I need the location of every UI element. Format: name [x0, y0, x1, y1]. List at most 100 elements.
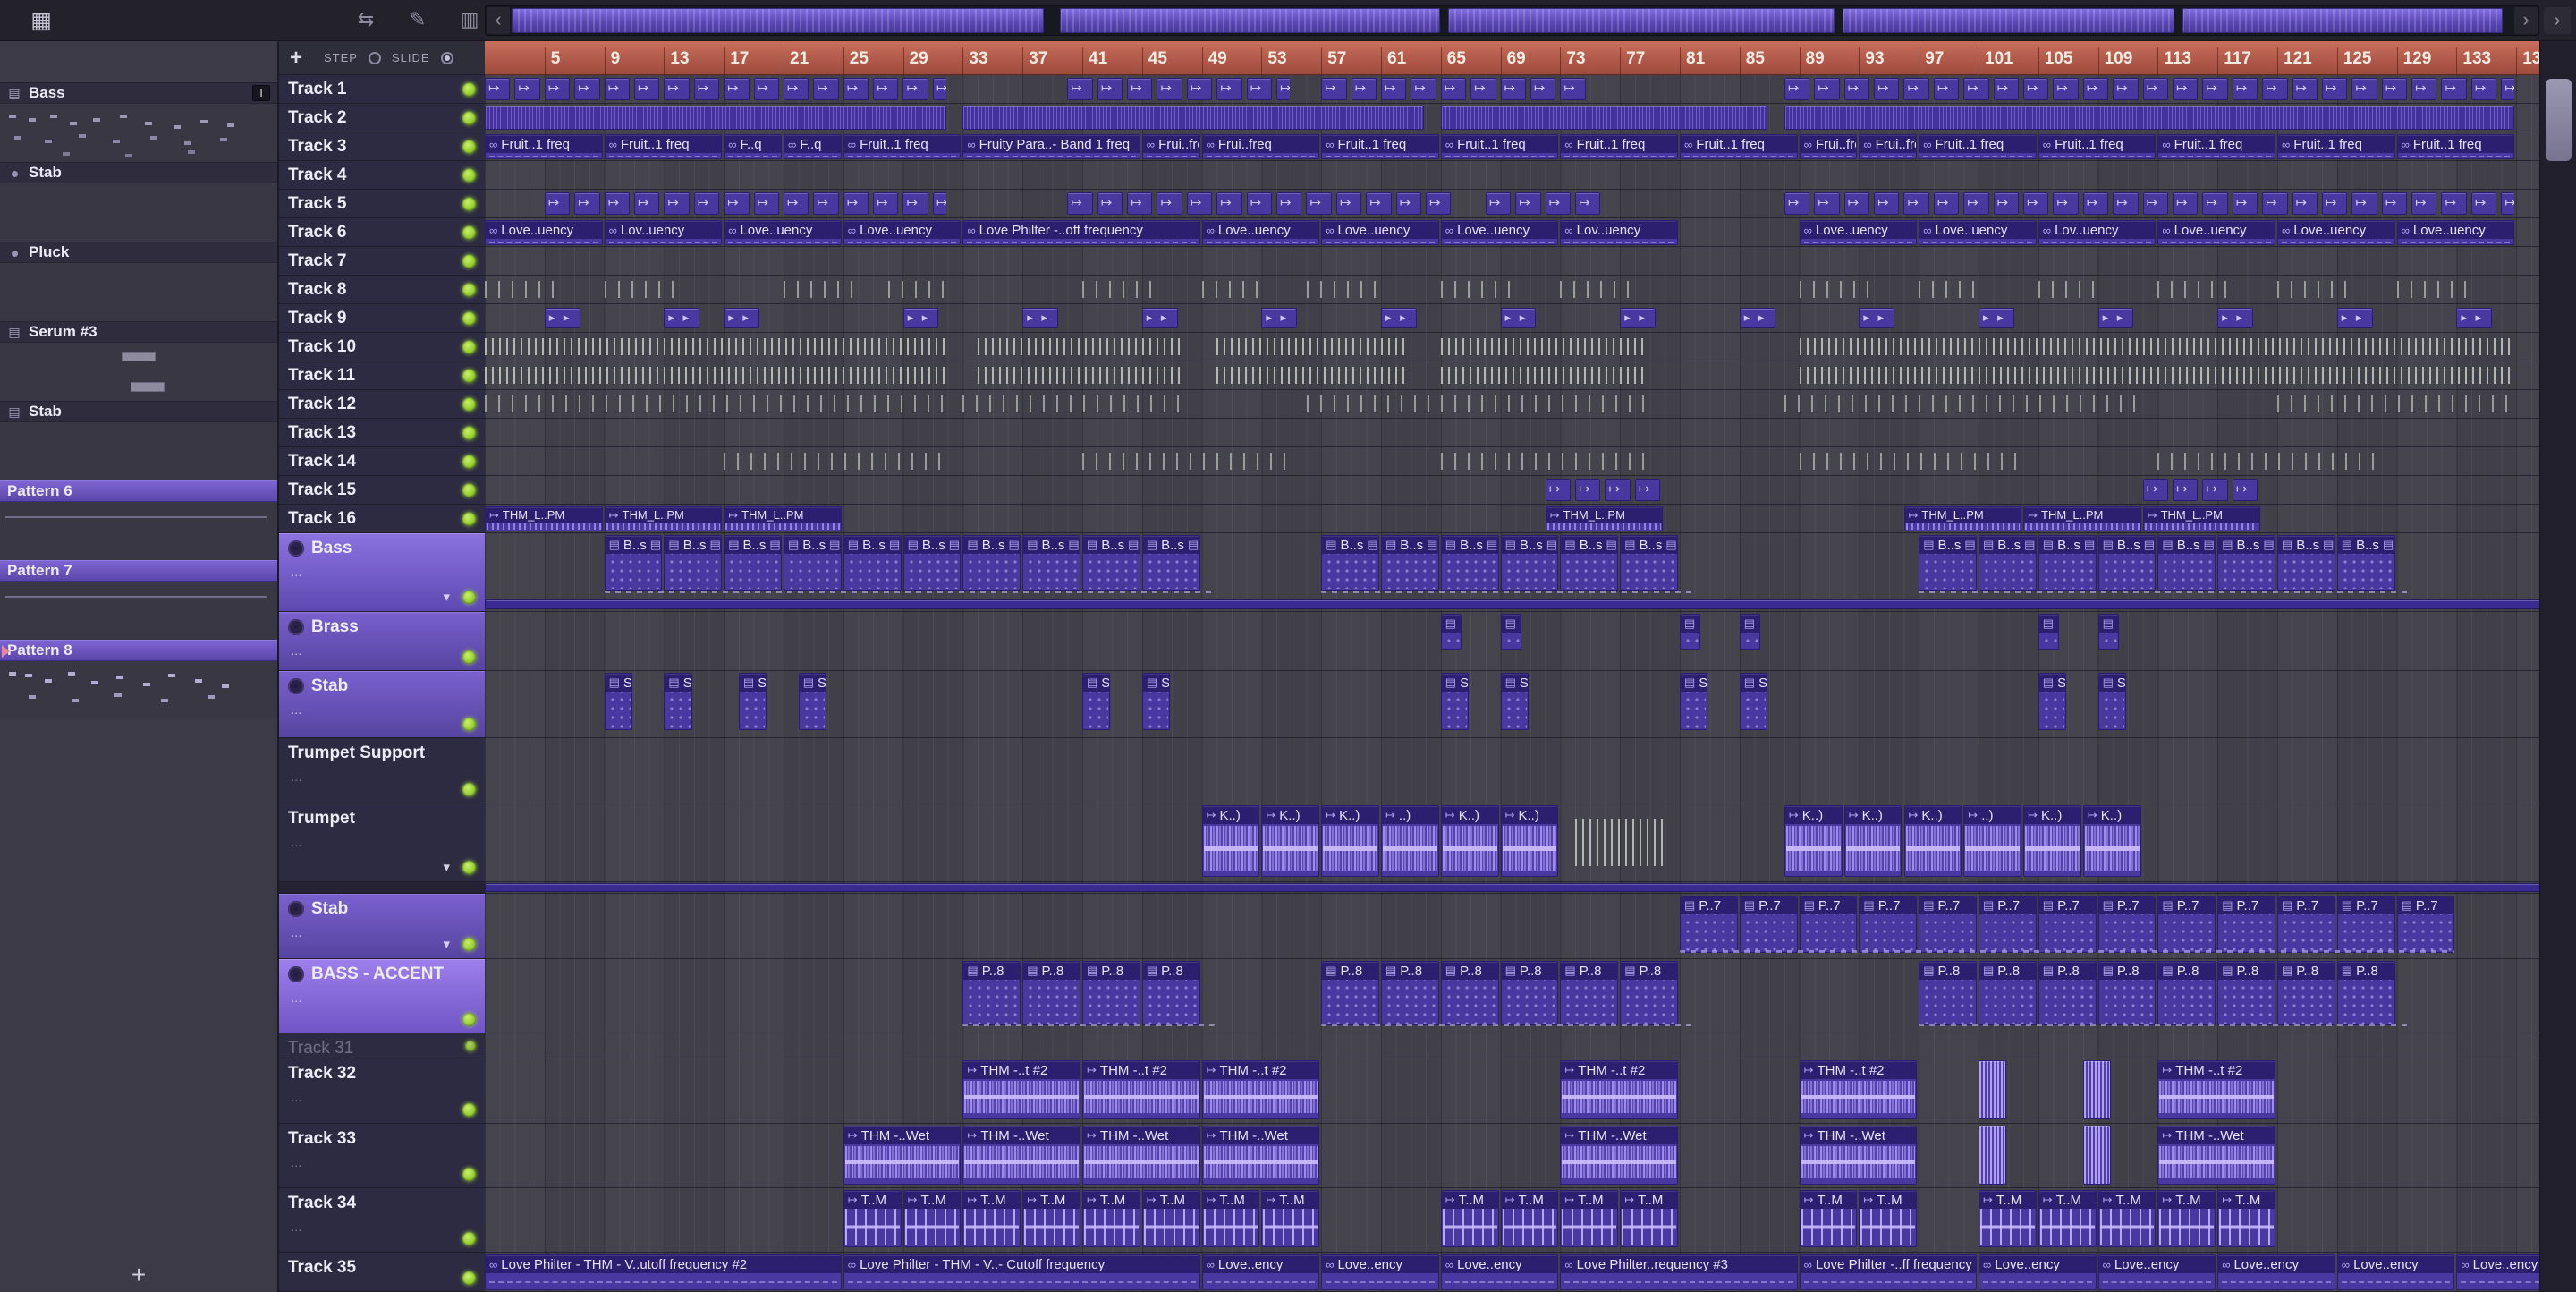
track-led-icon[interactable] — [462, 783, 476, 796]
clip-ticks[interactable] — [1799, 452, 2022, 471]
playlist-lane[interactable]: ↦ THM -..Wet ↦ THM -..Wet ↦ THM -..Wet ↦ THM -.… — [485, 1124, 2539, 1188]
pattern-item[interactable]: Pattern 8 — [0, 640, 277, 661]
track-mode-icon[interactable] — [288, 678, 304, 694]
clip-auto[interactable]: ∞ Love..uency — [1321, 220, 1439, 245]
clip-pat2[interactable]: ▤B..s▤B.. — [962, 535, 1021, 591]
track-header[interactable]: Track 1 — [279, 75, 485, 104]
clip-ticks[interactable] — [978, 366, 1185, 385]
clip-dash[interactable] — [1919, 591, 2411, 594]
clip-ticks[interactable] — [2277, 395, 2515, 413]
clip-tri[interactable]: ▸ ▸ — [2336, 308, 2373, 328]
track-led-icon[interactable] — [462, 937, 476, 951]
track-led-icon[interactable] — [462, 397, 476, 411]
track-header[interactable]: Track 13 — [279, 419, 485, 447]
playlist-lane[interactable] — [485, 276, 2539, 304]
track-header[interactable]: Trumpet... ▾ — [279, 803, 485, 882]
clip-auto[interactable]: ∞ Lov..uency — [1560, 220, 1678, 245]
clip-auto[interactable]: ∞ Fruit..1 freq — [1560, 134, 1678, 159]
clip-pat2[interactable]: ▤B..s▤B.. — [604, 535, 663, 591]
clip-pat[interactable]: ▤ P..7 — [2097, 896, 2157, 953]
playlist-lane[interactable]: ∞ Fruit..1 freq ∞ Fruit..1 freq ∞ F..q ∞ F..q ∞ F… — [485, 132, 2539, 161]
playlist-lane[interactable] — [485, 247, 2539, 276]
clip-auto[interactable]: ∞ Love Philter -..off frequency — [962, 220, 1200, 245]
clip-pat[interactable]: ▤ P..8 — [1022, 961, 1080, 1025]
clip-pat[interactable]: ▤ P..8 — [1620, 961, 1678, 1025]
clip-auto[interactable]: ∞ Love..ency — [1979, 1254, 2097, 1290]
clip-auto[interactable]: ∞ Love..uency — [724, 220, 842, 245]
clip-ticks[interactable] — [1799, 366, 2515, 385]
ruler-bar-label[interactable]: 65 — [1440, 47, 1466, 74]
track-led-icon[interactable] — [462, 197, 476, 210]
clip-marks[interactable]: ↦ ↦ ↦ ↦ — [2142, 479, 2261, 501]
clip-nwav[interactable]: ↦ THM_L..PM — [1545, 506, 1664, 531]
clip-wav[interactable]: ↦ THM -..t #2 — [1560, 1060, 1678, 1119]
clip-wav[interactable]: ↦ THM -..t #2 — [1799, 1060, 1918, 1119]
pattern-badge[interactable]: I — [252, 85, 270, 101]
clip-pat2[interactable]: ▤B..s▤B.. — [1979, 535, 2037, 591]
clip-tri[interactable]: ▸ ▸ — [1261, 308, 1298, 328]
track-header[interactable]: Track 34... — [279, 1188, 485, 1253]
track-led-icon[interactable] — [462, 1013, 476, 1026]
track-led-icon[interactable] — [462, 483, 476, 497]
track-led-icon[interactable] — [462, 340, 476, 353]
ruler-bar-label[interactable]: 49 — [1201, 47, 1227, 74]
clip-ticks[interactable] — [1919, 280, 1977, 299]
track-header[interactable]: Stab... — [279, 671, 485, 738]
clip-auto[interactable]: ∞ F..q — [784, 134, 842, 159]
pattern-item[interactable]: ▤ Stab — [0, 401, 277, 422]
stack-icon[interactable]: ▥ — [454, 5, 485, 34]
clip-auto[interactable]: ∞ Love..uency — [2277, 220, 2395, 245]
playlist-options-button[interactable]: › — [2544, 7, 2571, 34]
scroll-left-arrow-icon[interactable]: ‹ — [487, 7, 510, 34]
clip-pat[interactable]: ▤ P..7 — [1919, 896, 1977, 953]
clip-ticks[interactable] — [1306, 280, 1379, 299]
clip-auto[interactable]: ∞ Love Philter -..ff frequency — [1799, 1254, 1977, 1290]
clip-pat[interactable]: ▤ — [2038, 614, 2059, 650]
track-led-icon[interactable] — [462, 311, 476, 325]
clip-wav[interactable]: ↦ K..) — [1261, 805, 1320, 877]
playlist-lane[interactable]: ↦ THM_L..PM ↦ THM_L..PM ↦ THM_L..PM ↦ THM_L..PM… — [485, 505, 2539, 533]
clip-marks[interactable]: ↦ ↦ ↦ ↦ ↦ ↦ ↦ ↦ ↦ — [1321, 78, 1589, 100]
ruler-bar-label[interactable]: 109 — [2097, 47, 2132, 74]
clip-wav[interactable]: ↦ THM -..t #2 — [1082, 1060, 1200, 1119]
clip-tri[interactable]: ▸ ▸ — [1381, 308, 1417, 328]
clip-pat[interactable]: ▤ P..8 — [1979, 961, 2037, 1025]
playlist-lane[interactable]: ∞ Love Philter - THM - V..utoff frequency… — [485, 1253, 2539, 1292]
clip-marks[interactable]: ↦↦↦↦↦↦↦↦↦↦↦↦↦↦ — [544, 192, 946, 215]
clip-ticks[interactable] — [1440, 452, 1648, 471]
add-pattern-button[interactable]: + — [0, 1260, 277, 1290]
clip-tri[interactable]: ▸ ▸ — [902, 308, 939, 328]
ruler-bar-label[interactable]: 97 — [1919, 47, 1944, 74]
clip-pat[interactable]: ▤ P..7 — [1680, 896, 1738, 953]
clip-wavs[interactable] — [2082, 1060, 2112, 1119]
track-header[interactable]: Track 35 — [279, 1253, 485, 1292]
clip-wav[interactable]: ↦ THM -..Wet — [1201, 1126, 1320, 1185]
ruler-bar-label[interactable]: 113 — [2157, 47, 2191, 74]
clip-pat2[interactable]: ▤B..s▤B.. — [1321, 535, 1379, 591]
clip-tri[interactable]: ▸ ▸ — [664, 308, 700, 328]
clip-pat[interactable]: ▤ P..7 — [1799, 896, 1858, 953]
track-header[interactable]: Track 9 — [279, 304, 485, 333]
clip-ticks[interactable] — [1575, 818, 1664, 867]
clip-ticks[interactable] — [1440, 337, 1648, 356]
clip-pat2[interactable]: ▤B..s▤B.. — [843, 535, 902, 591]
clip-pat[interactable]: ▤S. — [1141, 673, 1171, 730]
track-led-icon[interactable] — [462, 590, 476, 604]
clip-pat[interactable]: ▤S. — [1500, 673, 1529, 730]
track-led-icon[interactable] — [462, 111, 476, 124]
ruler-bar-label[interactable]: 89 — [1799, 47, 1825, 74]
clip-pat[interactable]: ▤ — [1680, 614, 1701, 650]
clip-pat[interactable]: ▤S. — [1680, 673, 1708, 730]
clip-auto[interactable]: ∞ Fruity Para..- Band 1 freq — [962, 134, 1140, 159]
clip-auto[interactable]: ∞ Fruit..1 freq — [2038, 134, 2157, 159]
clip-pulse[interactable]: ↦ T..M — [843, 1190, 902, 1247]
clip-pat[interactable]: ▤ P..8 — [2097, 961, 2157, 1025]
add-track-button[interactable]: + — [290, 46, 313, 71]
pencil-icon[interactable]: ✎ — [402, 5, 433, 34]
playlist-lane[interactable] — [485, 1033, 2539, 1058]
clip-wav[interactable]: ↦ THM -..t #2 — [962, 1060, 1080, 1119]
ruler-bar-label[interactable]: 121 — [2277, 47, 2312, 74]
clip-ticks[interactable] — [2396, 280, 2470, 299]
clip-marks[interactable]: ↦↦↦↦↦↦↦↦↦↦↦↦↦↦↦↦↦↦↦↦↦↦↦↦↦ — [1784, 78, 2515, 100]
clip-pat[interactable]: ▤ P..8 — [2157, 961, 2216, 1025]
